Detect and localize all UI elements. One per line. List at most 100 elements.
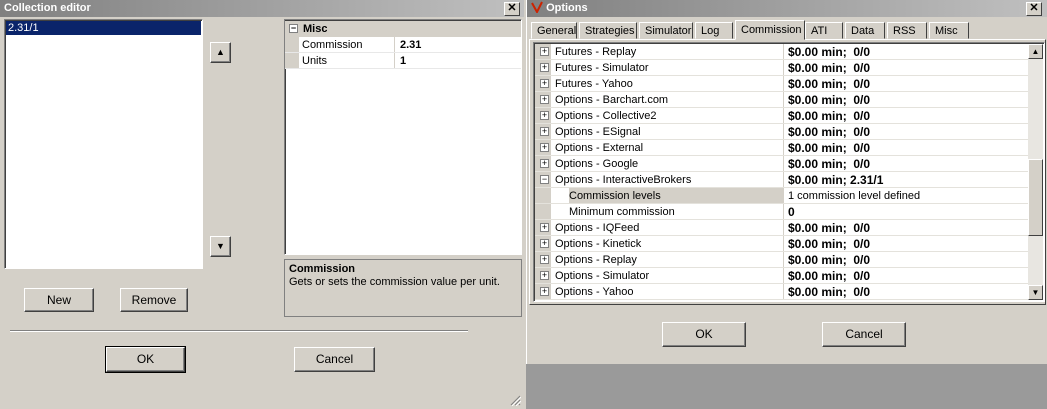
options-cancel-button[interactable]: Cancel <box>822 322 906 347</box>
expand-icon[interactable]: + <box>540 111 549 120</box>
resize-grip-icon[interactable] <box>509 394 521 406</box>
scroll-up-button[interactable]: ▲ <box>1028 44 1043 59</box>
row-name: Options - Kinetick <box>555 236 784 251</box>
child-property-row[interactable]: Commission levels 1 commission level defi… <box>535 188 1028 204</box>
expand-icon[interactable]: + <box>540 63 549 72</box>
category-row[interactable]: − Options - InteractiveBrokers $0.00 min; … <box>535 172 1028 188</box>
options-ok-button[interactable]: OK <box>662 322 746 347</box>
row-value[interactable]: $0.00 min; 2.31/1 <box>788 172 1028 187</box>
expand-icon[interactable]: + <box>540 47 549 56</box>
collapse-icon[interactable]: − <box>540 175 549 184</box>
row-name: Options - Yahoo <box>555 284 784 299</box>
row-name: Futures - Replay <box>555 44 784 59</box>
app-logo-icon <box>531 1 543 15</box>
category-row[interactable]: + Options - External $0.00 min; 0/0 <box>535 140 1028 156</box>
collection-editor-window: Collection editor ✕ 2.31/1 ▲ ▼ − Misc Co… <box>0 0 524 409</box>
options-title: Options <box>546 2 588 14</box>
remove-button[interactable]: Remove <box>120 288 188 312</box>
row-value[interactable]: 1 commission level defined <box>788 188 1028 203</box>
row-value[interactable]: $0.00 min; 0/0 <box>788 236 1028 251</box>
row-name: Options - Collective2 <box>555 108 784 123</box>
row-name: Commission levels <box>569 188 784 203</box>
tab-misc[interactable]: Misc <box>929 22 969 39</box>
category-row[interactable]: + Options - Google $0.00 min; 0/0 <box>535 156 1028 172</box>
property-row-units[interactable]: Units 1 <box>285 53 521 69</box>
category-row[interactable]: + Futures - Replay $0.00 min; 0/0 <box>535 44 1028 60</box>
scroll-down-button[interactable]: ▼ <box>1028 285 1043 300</box>
row-value[interactable]: $0.00 min; 0/0 <box>788 252 1028 267</box>
category-row[interactable]: + Futures - Simulator $0.00 min; 0/0 <box>535 60 1028 76</box>
category-row[interactable]: + Options - Kinetick $0.00 min; 0/0 <box>535 236 1028 252</box>
category-row[interactable]: + Options - Simulator $0.00 min; 0/0 <box>535 268 1028 284</box>
expand-icon[interactable]: + <box>540 271 549 280</box>
arrow-down-icon: ▼ <box>216 241 225 251</box>
tab-commission[interactable]: Commission <box>735 20 805 40</box>
property-description-panel: Commission Gets or sets the commission v… <box>284 259 522 317</box>
tab-rss[interactable]: RSS <box>887 22 927 39</box>
row-name: Futures - Simulator <box>555 60 784 75</box>
vertical-scrollbar[interactable]: ▲ ▼ <box>1028 44 1043 300</box>
row-value[interactable]: $0.00 min; 0/0 <box>788 284 1028 299</box>
expand-icon[interactable]: + <box>540 143 549 152</box>
options-titlebar: Options <box>527 0 1047 17</box>
row-name: Minimum commission <box>569 204 784 219</box>
row-value[interactable]: $0.00 min; 0/0 <box>788 76 1028 91</box>
move-down-button[interactable]: ▼ <box>210 236 231 257</box>
row-name: Options - Barchart.com <box>555 92 784 107</box>
category-row[interactable]: + Options - ESignal $0.00 min; 0/0 <box>535 124 1028 140</box>
move-up-button[interactable]: ▲ <box>210 42 231 63</box>
scroll-thumb[interactable] <box>1028 159 1043 236</box>
row-value[interactable]: $0.00 min; 0/0 <box>788 156 1028 171</box>
commission-tab-page: + Futures - Replay $0.00 min; 0/0 + Futures … <box>529 39 1046 305</box>
category-row[interactable]: + Options - Collective2 $0.00 min; 0/0 <box>535 108 1028 124</box>
property-group-header[interactable]: − Misc <box>285 21 521 37</box>
row-value[interactable]: $0.00 min; 0/0 <box>788 92 1028 107</box>
expand-icon[interactable]: + <box>540 223 549 232</box>
collapse-icon[interactable]: − <box>289 24 298 33</box>
category-row[interactable]: + Options - IQFeed $0.00 min; 0/0 <box>535 220 1028 236</box>
property-row-commission[interactable]: Commission 2.31 <box>285 37 521 53</box>
row-value[interactable]: $0.00 min; 0/0 <box>788 60 1028 75</box>
list-item[interactable]: 2.31/1 <box>6 21 201 35</box>
property-value[interactable]: 2.31 <box>400 37 521 52</box>
row-value[interactable]: $0.00 min; 0/0 <box>788 268 1028 283</box>
tab-general[interactable]: General <box>531 22 577 39</box>
collection-editor-close-button[interactable]: ✕ <box>504 2 520 16</box>
expand-icon[interactable]: + <box>540 287 549 296</box>
cancel-button[interactable]: Cancel <box>294 347 375 372</box>
description-title: Commission <box>289 263 356 275</box>
expand-icon[interactable]: + <box>540 255 549 264</box>
category-row[interactable]: + Futures - Yahoo $0.00 min; 0/0 <box>535 76 1028 92</box>
collection-listbox[interactable]: 2.31/1 <box>4 19 203 269</box>
row-value[interactable]: $0.00 min; 0/0 <box>788 124 1028 139</box>
tab-data[interactable]: Data <box>845 22 885 39</box>
row-value[interactable]: $0.00 min; 0/0 <box>788 44 1028 59</box>
row-name: Options - Simulator <box>555 268 784 283</box>
row-value[interactable]: 0 <box>788 204 1028 219</box>
expand-icon[interactable]: + <box>540 159 549 168</box>
row-name: Options - Replay <box>555 252 784 267</box>
row-name: Options - External <box>555 140 784 155</box>
options-close-button[interactable]: ✕ <box>1026 2 1042 16</box>
row-value[interactable]: $0.00 min; 0/0 <box>788 140 1028 155</box>
category-row[interactable]: + Options - Yahoo $0.00 min; 0/0 <box>535 284 1028 300</box>
new-button[interactable]: New <box>24 288 94 312</box>
tab-simulator[interactable]: Simulator <box>639 22 693 39</box>
expand-icon[interactable]: + <box>540 95 549 104</box>
row-value[interactable]: $0.00 min; 0/0 <box>788 108 1028 123</box>
child-property-row[interactable]: Minimum commission 0 <box>535 204 1028 220</box>
category-row[interactable]: + Options - Replay $0.00 min; 0/0 <box>535 252 1028 268</box>
expand-icon[interactable]: + <box>540 79 549 88</box>
close-icon: ✕ <box>507 2 517 14</box>
expand-icon[interactable]: + <box>540 239 549 248</box>
collection-editor-title: Collection editor <box>4 2 91 14</box>
ok-button[interactable]: OK <box>105 346 186 373</box>
property-value[interactable]: 1 <box>400 53 521 68</box>
row-value[interactable]: $0.00 min; 0/0 <box>788 220 1028 235</box>
tab-log[interactable]: Log <box>695 22 733 39</box>
tab-strategies[interactable]: Strategies <box>579 22 637 39</box>
category-row[interactable]: + Options - Barchart.com $0.00 min; 0/0 <box>535 92 1028 108</box>
description-text: Gets or sets the commission value per un… <box>289 276 500 288</box>
tab-ati[interactable]: ATI <box>805 22 843 39</box>
expand-icon[interactable]: + <box>540 127 549 136</box>
